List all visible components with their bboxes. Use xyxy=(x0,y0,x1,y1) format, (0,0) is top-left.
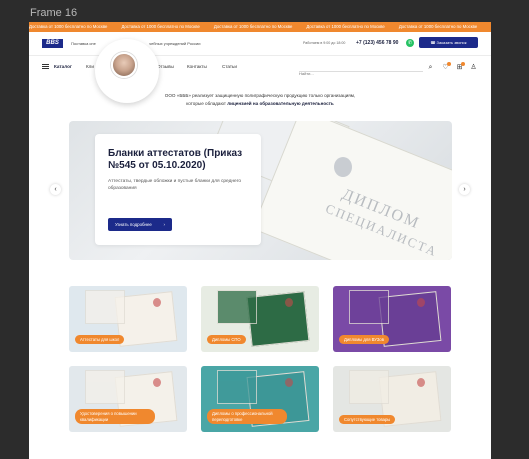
logo[interactable]: BBS xyxy=(42,39,63,48)
cart-badge xyxy=(461,62,465,66)
chevron-right-icon: › xyxy=(463,186,466,193)
slider-prev-button[interactable]: ‹ xyxy=(50,184,61,195)
category-card[interactable]: Дипломы для ВУЗов xyxy=(333,286,451,352)
nav-item-reviews[interactable]: Отзывы xyxy=(157,64,174,69)
promo-text: Доставка от 1000 бесплатно по Москве xyxy=(398,24,478,29)
chevron-left-icon: ‹ xyxy=(54,186,57,193)
hero-title: Бланки аттестатов (Приказ №545 от 05.10.… xyxy=(108,148,243,171)
category-card[interactable]: Сопутствующие товары xyxy=(333,366,451,432)
emblem-icon xyxy=(153,298,161,307)
menu-icon[interactable] xyxy=(42,64,49,69)
search-input[interactable] xyxy=(299,71,409,76)
tagline: Поставка спе xyxy=(71,41,96,46)
nav-item-articles[interactable]: Статьи xyxy=(222,64,237,69)
hero-subtitle: Аттестаты, твердые обложки и пустые блан… xyxy=(108,179,242,191)
arrow-right-icon: › xyxy=(163,222,165,227)
search-icon[interactable]: ⌕ xyxy=(426,63,435,72)
intro-prefix: которые обладают xyxy=(186,100,226,106)
emblem-icon xyxy=(417,378,425,387)
document-image xyxy=(217,370,257,404)
work-hours: Работаем в 9:00 до 18:00 xyxy=(303,41,346,45)
category-label: Аттестаты для школ xyxy=(75,334,125,344)
favorites-badge xyxy=(447,62,451,66)
category-label: Сопутствующие товары xyxy=(339,414,396,424)
document-image xyxy=(349,290,389,324)
nav-item-clients[interactable]: Кли xyxy=(86,64,94,69)
callback-label: Заказать звонок xyxy=(436,40,467,45)
tagline-rest: чебных учреждений России xyxy=(149,41,201,46)
category-card[interactable]: Аттестаты для школ xyxy=(69,286,187,352)
category-label: Дипломы СПО xyxy=(207,334,246,344)
slider-next-button[interactable]: › xyxy=(459,184,470,195)
promo-text: Доставка от 1000 бесплатно по Москве xyxy=(29,24,108,29)
phone-number[interactable]: +7 (123) 456 78 90 xyxy=(356,40,398,46)
emblem-icon xyxy=(417,298,425,307)
document-image xyxy=(85,290,125,324)
promo-text: Доставка от 1000 бесплатно по Москве xyxy=(213,24,293,29)
top-header: BBS Поставка спе чебных учреждений Росси… xyxy=(29,32,491,54)
document-image xyxy=(85,370,125,404)
nav-catalog[interactable]: Каталог xyxy=(54,64,72,69)
frame-label: Frame 16 xyxy=(30,7,78,19)
learn-more-label: Узнать подробнее xyxy=(115,222,152,227)
category-label: Дипломы о профессиональной переподготовк… xyxy=(207,409,287,424)
document-image xyxy=(217,290,257,324)
learn-more-button[interactable]: Узнать подробнее › xyxy=(108,218,172,231)
page: Доставка от 1000 бесплатно по Москве Дост… xyxy=(29,22,491,459)
favorites-icon[interactable]: ♡ xyxy=(441,62,451,72)
user-icon[interactable]: ♙ xyxy=(469,63,478,72)
intro-line-2: которые обладают лицензией на образовате… xyxy=(29,100,491,108)
document-image xyxy=(349,370,389,404)
emblem-icon xyxy=(285,298,293,307)
hero-banner: ДИПЛОМ СПЕЦИАЛИСТА Бланки аттестатов (Пр… xyxy=(69,121,452,260)
category-label: Дипломы для ВУЗов xyxy=(339,334,389,344)
category-card[interactable]: Дипломы СПО xyxy=(201,286,319,352)
intro-license: лицензией на образовательную деятельност… xyxy=(227,100,334,106)
emblem-icon xyxy=(334,157,352,177)
promo-text: Доставка от 1000 бесплатно по Москве xyxy=(121,24,200,29)
category-card[interactable]: Дипломы о профессиональной переподготовк… xyxy=(201,366,319,432)
promo-text: Доставка от 1000 бесплатно по Москве xyxy=(306,24,385,29)
promo-bar: Доставка от 1000 бесплатно по Москве Дост… xyxy=(29,22,491,32)
hero-card: Бланки аттестатов (Приказ №545 от 05.10.… xyxy=(95,134,261,245)
avatar[interactable] xyxy=(111,52,137,78)
whatsapp-icon[interactable]: ✆ xyxy=(406,39,414,47)
intro-line-1: ООО «БББ» реализует защищенную полиграфи… xyxy=(164,93,356,98)
search-box xyxy=(299,62,423,76)
callback-button[interactable]: ☎ Заказать звонок xyxy=(419,37,478,48)
emblem-icon xyxy=(153,378,161,387)
category-label: Удостоверения о повышении квалификации xyxy=(75,409,155,424)
intro-text: ООО «БББ» реализует защищенную полиграфи… xyxy=(29,92,491,107)
cart-icon[interactable]: ⊞ xyxy=(455,62,465,72)
nav-item-contacts[interactable]: Контакты xyxy=(187,64,207,69)
emblem-icon xyxy=(285,378,293,387)
category-card[interactable]: Удостоверения о повышении квалификации xyxy=(69,366,187,432)
